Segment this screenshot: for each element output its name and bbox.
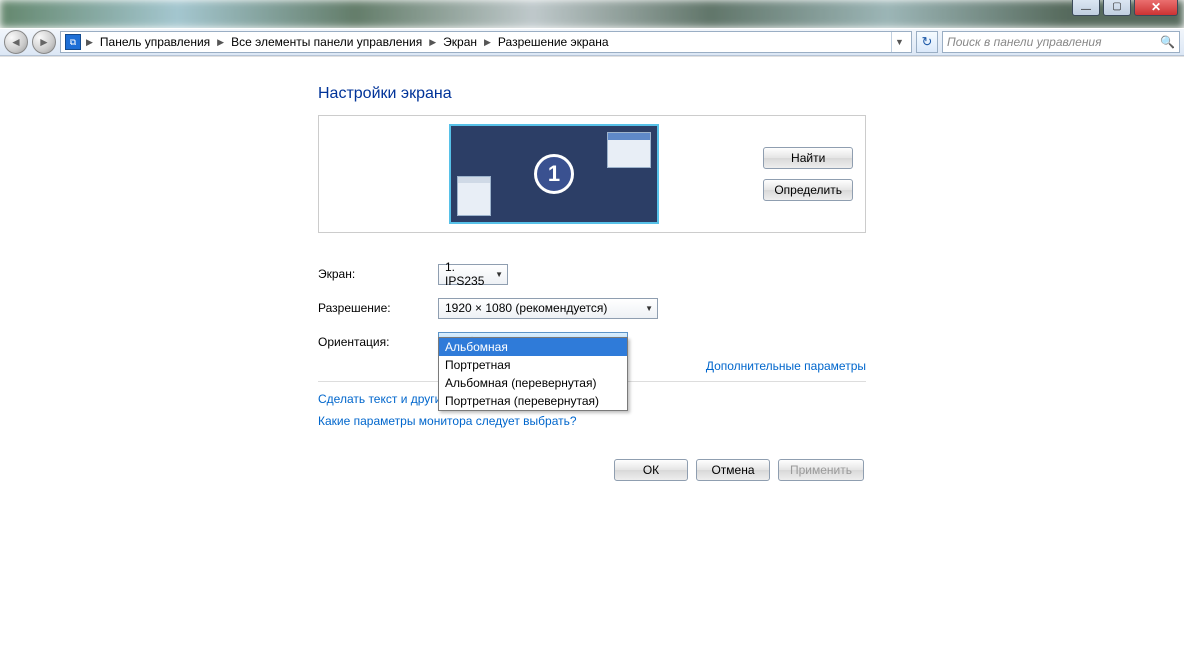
resolution-combo[interactable]: 1920 × 1080 (рекомендуется) ▼ (438, 298, 658, 319)
crumb-resolution[interactable]: Разрешение экрана (496, 35, 611, 49)
orientation-option-portrait[interactable]: Портретная (439, 356, 627, 374)
refresh-button[interactable]: ↻ (916, 31, 938, 53)
chevron-down-icon: ▼ (645, 304, 653, 313)
crumb-all-items[interactable]: Все элементы панели управления (229, 35, 424, 49)
screen-label: Экран: (318, 267, 438, 281)
ok-button[interactable]: ОК (614, 459, 688, 481)
orientation-option-landscape-flipped[interactable]: Альбомная (перевернутая) (439, 374, 627, 392)
cancel-button[interactable]: Отмена (696, 459, 770, 481)
search-icon: 🔍 (1160, 35, 1175, 49)
window-controls: — ▢ ✕ (1072, 0, 1178, 16)
chevron-down-icon: ▼ (495, 270, 503, 279)
monitor-preview[interactable]: 1 (449, 124, 659, 224)
mini-window-icon (457, 176, 491, 216)
close-button[interactable]: ✕ (1134, 0, 1178, 16)
close-icon: ✕ (1151, 0, 1161, 14)
chevron-right-icon: ▶ (426, 37, 439, 48)
address-bar: ◄ ► ⧉ ▶ Панель управления ▶ Все элементы… (0, 28, 1184, 56)
chevron-right-icon: ▶ (481, 37, 494, 48)
search-input[interactable]: Поиск в панели управления 🔍 (942, 31, 1180, 53)
help-which-settings-link[interactable]: Какие параметры монитора следует выбрать… (318, 414, 868, 428)
detect-button[interactable]: Определить (763, 179, 853, 201)
orientation-option-portrait-flipped[interactable]: Портретная (перевернутая) (439, 392, 627, 410)
page-title: Настройки экрана (318, 85, 868, 103)
search-placeholder: Поиск в панели управления (947, 35, 1102, 49)
monitor-preview-panel: 1 Найти Определить (318, 115, 866, 233)
orientation-label: Ориентация: (318, 335, 438, 349)
resolution-label: Разрешение: (318, 301, 438, 315)
maximize-icon: ▢ (1112, 1, 1121, 12)
resolution-value: 1920 × 1080 (рекомендуется) (445, 301, 607, 315)
dialog-buttons: ОК Отмена Применить (0, 453, 1184, 487)
apply-button[interactable]: Применить (778, 459, 864, 481)
minimize-button[interactable]: — (1072, 0, 1100, 16)
mini-window-icon (607, 132, 651, 168)
orientation-dropdown-list: Альбомная Портретная Альбомная (переверн… (438, 337, 628, 411)
minimize-icon: — (1081, 4, 1091, 15)
control-panel-icon: ⧉ (65, 34, 81, 50)
screen-combo[interactable]: 1. IPS235 ▼ (438, 264, 508, 285)
monitor-number-badge: 1 (534, 154, 574, 194)
orientation-option-landscape[interactable]: Альбомная (439, 338, 627, 356)
chevron-right-icon: ▶ (214, 37, 227, 48)
window-chrome-blur (0, 0, 1184, 28)
crumb-control-panel[interactable]: Панель управления (98, 35, 212, 49)
nav-forward-button[interactable]: ► (32, 30, 56, 54)
chevron-right-icon: ▶ (83, 37, 96, 48)
screen-value: 1. IPS235 (445, 260, 491, 288)
nav-back-button[interactable]: ◄ (4, 30, 28, 54)
content-area: Настройки экрана 1 Найти Определить Экра… (0, 56, 1184, 664)
crumb-screen[interactable]: Экран (441, 35, 479, 49)
breadcrumb-dropdown[interactable]: ▼ (891, 32, 907, 52)
find-button[interactable]: Найти (763, 147, 853, 169)
maximize-button[interactable]: ▢ (1103, 0, 1131, 16)
breadcrumb[interactable]: ⧉ ▶ Панель управления ▶ Все элементы пан… (60, 31, 912, 53)
